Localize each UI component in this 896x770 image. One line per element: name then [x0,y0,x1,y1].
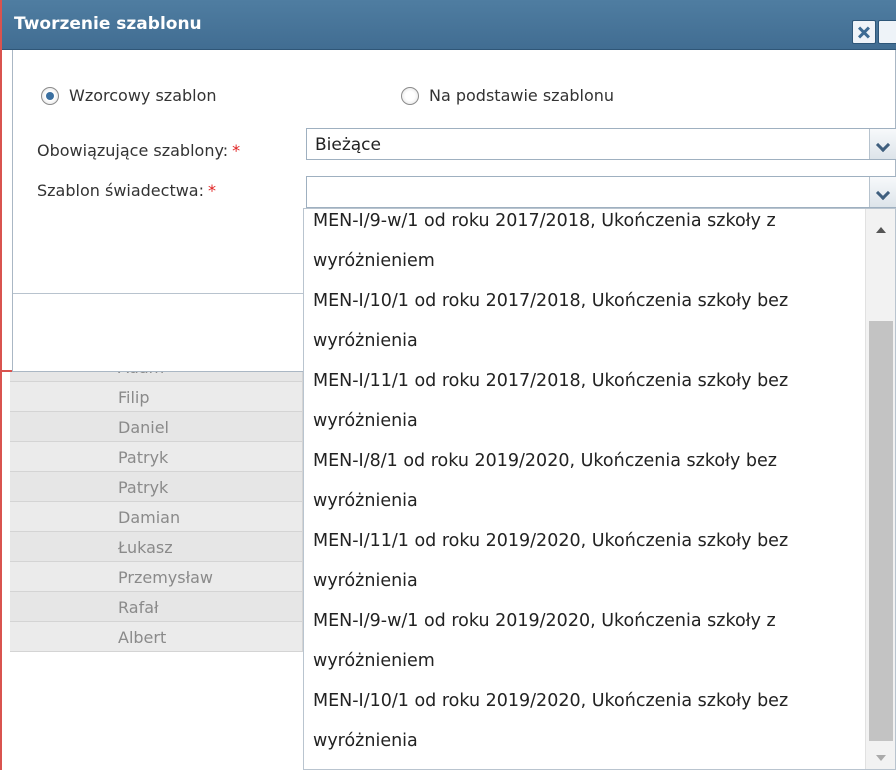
student-name: Łukasz [118,538,173,557]
field-label: Obowiązujące szablony: [37,141,229,160]
required-marker: * [208,181,216,200]
scrollbar-thumb[interactable] [869,321,893,741]
dropdown-option[interactable]: wyróżnieniem [313,241,863,281]
radio-unchecked-icon[interactable] [401,86,419,105]
current-templates-select[interactable]: Bieżące [306,128,896,160]
help-icon[interactable] [878,20,896,44]
current-templates-label: Obowiązujące szablony: * [37,141,240,160]
dropdown-option[interactable]: wyróżnienia [313,321,863,361]
student-name: Damian [118,508,181,527]
dropdown-option[interactable]: MEN-I/9-w/1 od roku 2019/2020, Ukończeni… [313,601,863,641]
dropdown-option[interactable]: wyróżnienia [313,721,863,761]
dropdown-option[interactable]: MEN-I/9-w/1 od roku 2017/2018, Ukończeni… [313,209,863,241]
dropdown-option[interactable]: MEN-I/10/1 od roku 2017/2018, Ukończenia… [313,281,863,321]
dropdown-option[interactable]: MEN-I/11/1 od roku 2019/2020, Ukończenia… [313,521,863,561]
certificate-template-label: Szablon świadectwa: * [37,181,216,200]
dialog-header: Tworzenie szablonu [2,0,896,50]
chevron-down-icon[interactable] [869,129,896,159]
student-name: Patryk [118,448,169,467]
dropdown-scrollbar[interactable] [865,209,895,769]
student-name: Albert [118,628,167,647]
student-name: Przemysław [118,568,214,587]
student-name: Rafał [118,598,159,617]
close-icon[interactable] [852,20,876,44]
radio-based-on-template[interactable]: Na podstawie szablonu [401,86,614,105]
certificate-template-select[interactable] [306,176,896,208]
student-name: Daniel [118,418,169,437]
scroll-down-arrow-icon[interactable] [866,747,895,769]
dropdown-option[interactable]: wyróżnieniem [313,641,863,681]
scroll-up-arrow-icon[interactable] [866,219,895,241]
dropdown-option[interactable]: MEN-I/8/1 od roku 2019/2020, Ukończenia … [313,441,863,481]
radio-model-template[interactable]: Wzorcowy szablon [41,86,217,105]
dropdown-option[interactable]: MEN-I/11/1 od roku 2017/2018, Ukończenia… [313,361,863,401]
dialog-title: Tworzenie szablonu [14,14,202,34]
chevron-down-icon[interactable] [869,177,896,207]
student-name: Filip [118,388,150,407]
student-name: Patryk [118,478,169,497]
radio-checked-icon[interactable] [41,86,59,105]
dropdown-option[interactable]: wyróżnienia [313,561,863,601]
radio-label: Wzorcowy szablon [69,86,217,105]
field-label: Szablon świadectwa: [37,181,204,200]
certificate-template-dropdown[interactable]: MEN-I/9-w/1 od roku 2017/2018, Ukończeni… [303,208,896,770]
select-value: Bieżące [315,135,381,155]
radio-label: Na podstawie szablonu [429,86,615,105]
required-marker: * [232,141,241,160]
dropdown-option[interactable]: wyróżnienia [313,481,863,521]
dropdown-option[interactable]: wyróżnienia [313,401,863,441]
dropdown-option[interactable]: MEN-I/10/1 od roku 2019/2020, Ukończenia… [313,681,863,721]
